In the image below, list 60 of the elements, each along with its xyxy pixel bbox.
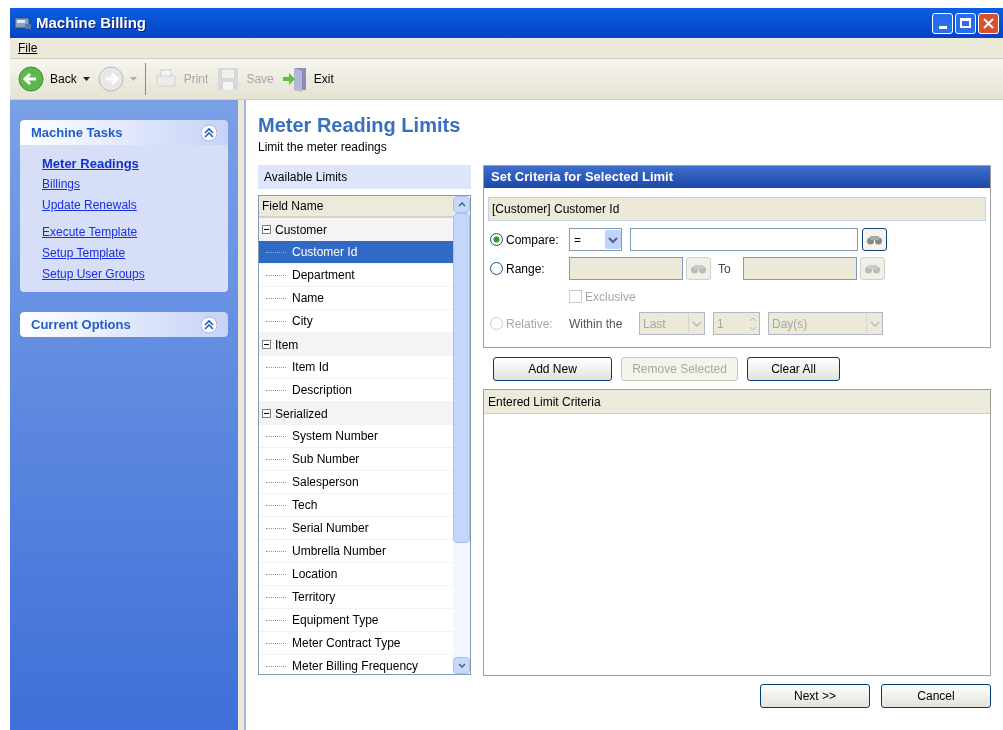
tree-item[interactable]: Serial Number <box>259 517 453 540</box>
toolbar-button[interactable]: Exit <box>277 62 338 96</box>
compare-value-field[interactable] <box>630 228 858 251</box>
collapse-chevron-icon[interactable] <box>201 123 217 142</box>
binoculars-button[interactable] <box>862 228 887 251</box>
toolbar-button[interactable]: Back <box>14 62 94 96</box>
task-link[interactable]: Billings <box>42 177 206 192</box>
close-button[interactable] <box>978 12 999 34</box>
section-header: Available Limits <box>258 165 471 189</box>
menu-item[interactable]: File <box>18 39 38 57</box>
panel-title: Current Options <box>31 315 131 334</box>
within-label: Within the <box>569 315 624 333</box>
radio-selected-icon <box>490 233 503 246</box>
down-chevron-icon <box>457 663 466 668</box>
collapse-chevron-icon[interactable] <box>201 315 217 334</box>
radio-button[interactable]: Compare: <box>490 230 572 249</box>
tree-group-row[interactable]: Customer <box>259 218 453 241</box>
scrollbar[interactable] <box>453 196 470 674</box>
push-button[interactable]: Next >> <box>760 684 870 708</box>
tree-item[interactable]: Customer Id <box>259 241 453 264</box>
task-link[interactable]: Setup Template <box>42 246 206 261</box>
push-button[interactable]: Add New <box>493 357 612 381</box>
panel-title: Machine Tasks <box>31 123 123 142</box>
page-subtitle: Limit the meter readings <box>258 140 388 155</box>
window-title: Machine Billing <box>36 12 146 33</box>
radio-empty-icon <box>490 317 503 330</box>
collapse-box-icon <box>262 409 271 418</box>
binoculars-icon <box>690 263 707 274</box>
radio-button[interactable]: Range: <box>490 259 572 278</box>
app-icon <box>14 15 32 31</box>
scroll-down-button[interactable] <box>453 657 470 674</box>
collapse-box-icon <box>262 225 271 234</box>
minimize-button[interactable] <box>932 12 953 34</box>
close-icon <box>983 17 994 29</box>
task-link[interactable]: Execute Template <box>42 225 206 240</box>
scroll-thumb[interactable] <box>453 213 470 543</box>
exit-door-icon <box>281 66 308 92</box>
radio-empty-icon <box>490 262 503 275</box>
scroll-up-button[interactable] <box>453 196 470 213</box>
task-link[interactable]: Update Renewals <box>42 198 206 213</box>
tree-group-row[interactable]: Item <box>259 333 453 356</box>
maximize-button[interactable] <box>955 12 976 34</box>
to-label: To <box>718 260 732 278</box>
collapse-box-icon <box>262 340 271 349</box>
selected-field-label: [Customer] Customer Id <box>488 197 986 221</box>
tree-group-row[interactable]: Serialized <box>259 402 453 425</box>
push-button[interactable]: Clear All <box>747 357 840 381</box>
tree-item[interactable]: Umbrella Number <box>259 540 453 563</box>
binoculars-icon <box>866 234 883 245</box>
page-title: Meter Reading Limits <box>258 113 462 137</box>
task-link[interactable]: Meter Readings <box>42 156 206 171</box>
column-header: Entered Limit Criteria <box>484 390 990 414</box>
push-button[interactable]: Cancel <box>881 684 991 708</box>
binoculars-icon <box>864 263 881 274</box>
panel-header: Set Criteria for Selected Limit <box>484 166 990 188</box>
checkbox-empty-icon <box>569 290 582 303</box>
task-link[interactable]: Setup User Groups <box>42 267 206 282</box>
column-header[interactable]: Field Name <box>259 196 453 218</box>
up-chevron-icon <box>457 202 466 207</box>
operator-dropdown[interactable]: = <box>569 228 622 251</box>
